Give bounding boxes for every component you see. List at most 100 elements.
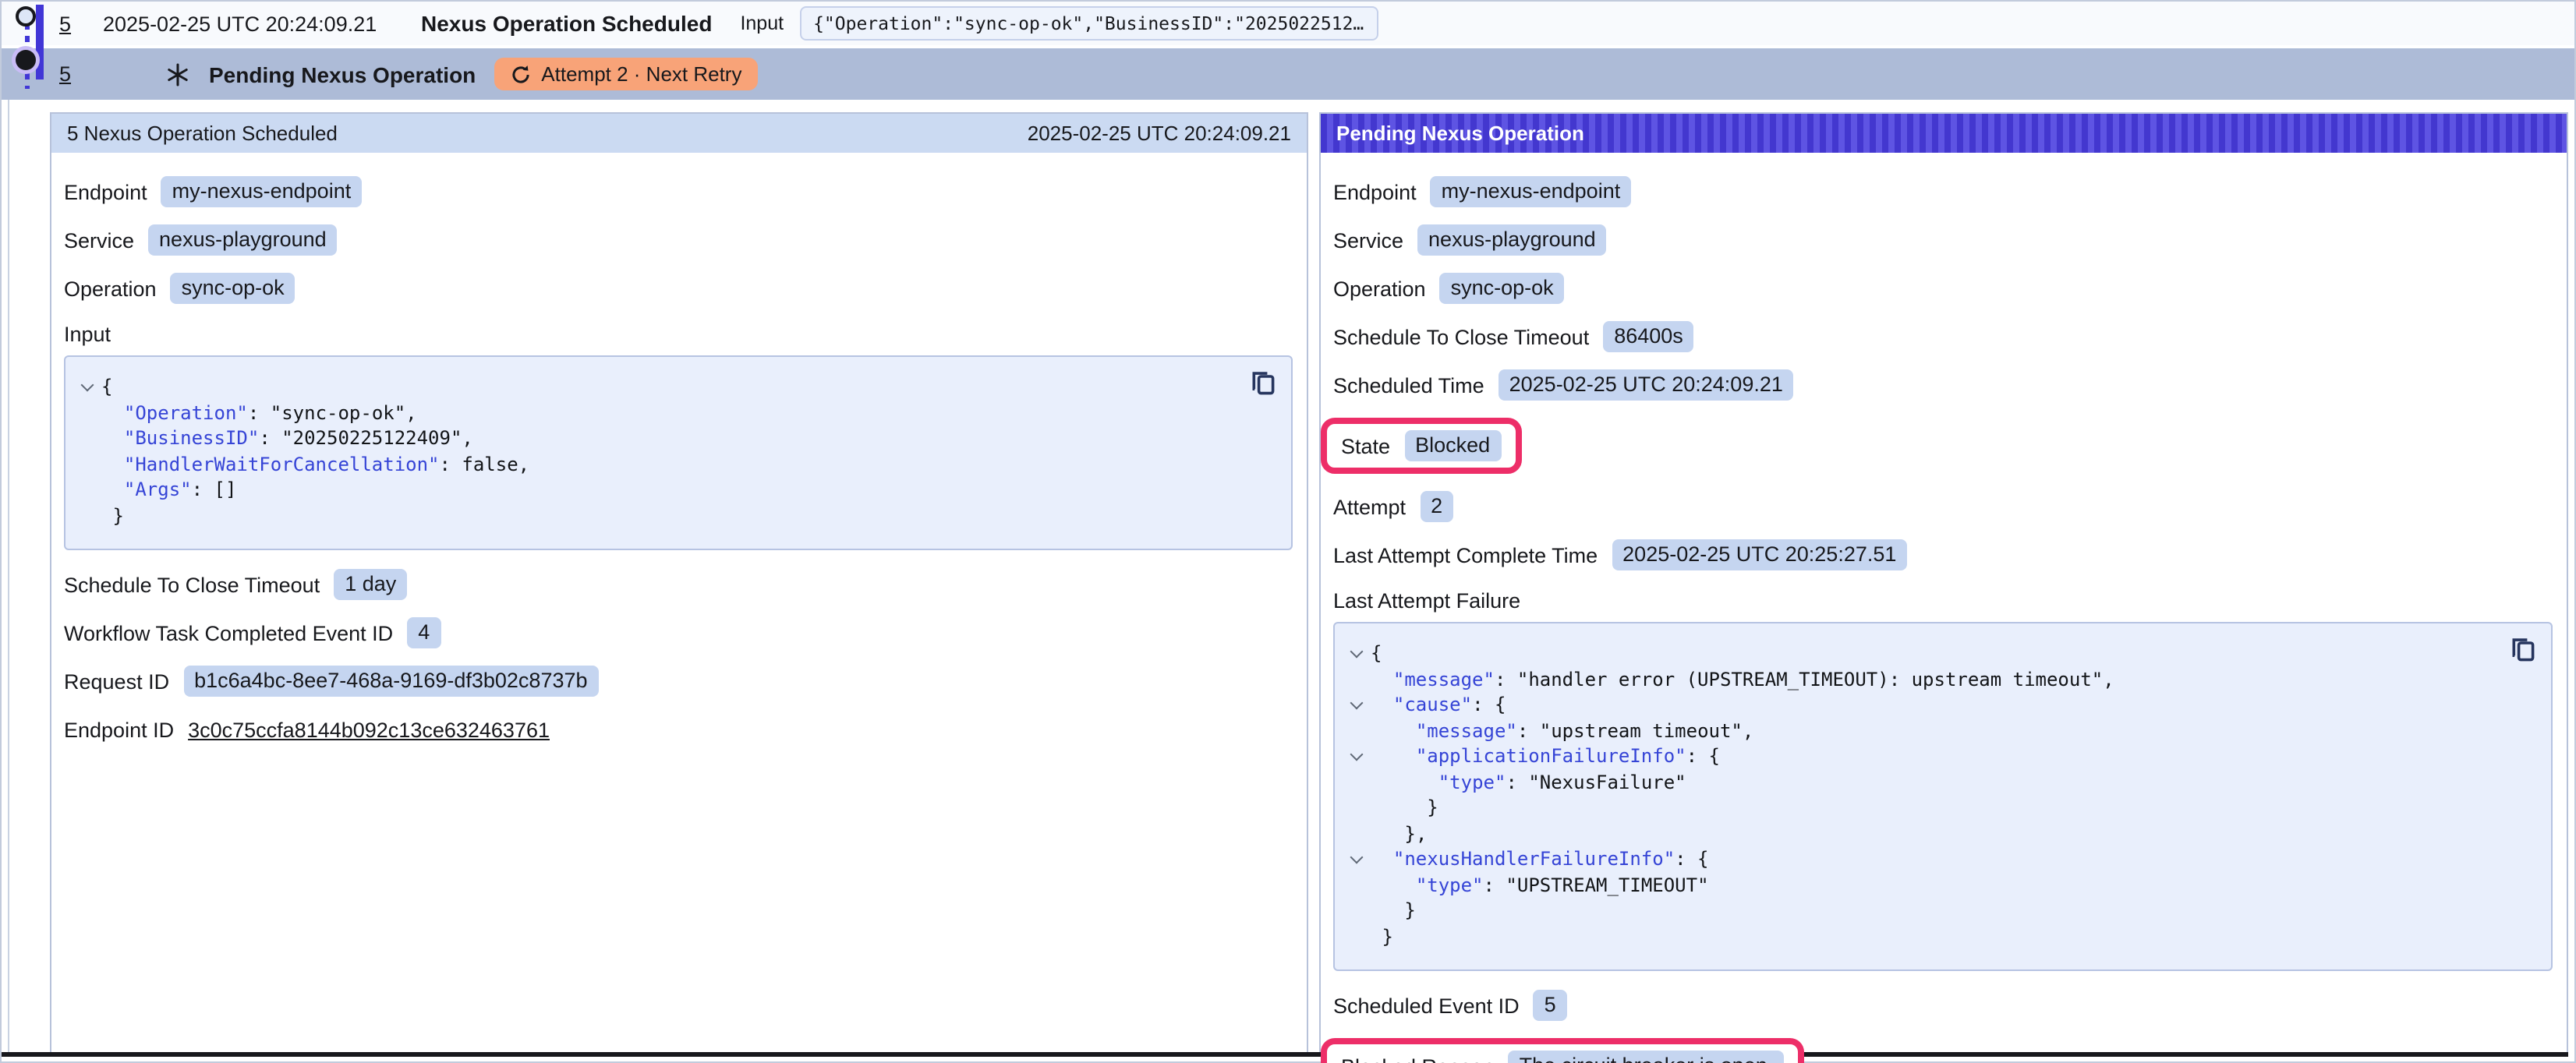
field-label: Operation (64, 277, 157, 300)
field-workflow-task-completed-event-id: Workflow Task Completed Event ID 4 (64, 617, 1293, 648)
screenshot-root: 5 2025-02-25 UTC 20:24:09.21 Nexus Opera… (0, 0, 2576, 1063)
json-indent (1371, 872, 1416, 898)
json-line: { (78, 374, 1238, 400)
field-value-badge: nexus-playground (148, 224, 338, 256)
endpoint-id-link[interactable]: 3c0c75ccfa8144b092c13ce632463761 (188, 718, 550, 741)
field-scheduled-event-id: Scheduled Event ID 5 (1333, 990, 2553, 1021)
event-row-scheduled[interactable]: 5 2025-02-25 UTC 20:24:09.21 Nexus Opera… (2, 2, 2574, 45)
field-scheduled-time: Scheduled Time 2025-02-25 UTC 20:24:09.2… (1333, 369, 2553, 401)
collapse-chevron-icon[interactable] (1347, 846, 1371, 872)
input-section-label: Input (64, 323, 1293, 346)
field-schedule-to-close-timeout: Schedule To Close Timeout 1 day (64, 569, 1293, 600)
detail-left-border (8, 100, 9, 1052)
field-label: Last Attempt Complete Time (1333, 543, 1598, 567)
json-value: : [] (192, 477, 237, 503)
json-key: "message" (1393, 666, 1495, 692)
workflow-history-page: 5 2025-02-25 UTC 20:24:09.21 Nexus Opera… (0, 0, 2576, 1063)
input-preview-chip[interactable]: {"Operation":"sync-op-ok","BusinessID":"… (799, 6, 1378, 41)
event-title: Nexus Operation Scheduled (421, 11, 712, 36)
json-line: "type" : "UPSTREAM_TIMEOUT" (1347, 872, 2498, 898)
timeline-filled-circle-icon[interactable] (16, 50, 36, 70)
json-value: } (1404, 898, 1415, 924)
field-label: Endpoint (1333, 180, 1417, 203)
collapse-chevron-icon[interactable] (1347, 692, 1371, 718)
event-id-link[interactable]: 5 (59, 12, 94, 35)
field-label: Operation (1333, 277, 1426, 300)
pending-event-title: Pending Nexus Operation (209, 62, 476, 87)
scheduled-panel-timestamp: 2025-02-25 UTC 20:24:09.21 (1028, 122, 1291, 145)
json-line: "message" : "upstream timeout", (1347, 718, 2498, 743)
field-value-badge: my-nexus-endpoint (1431, 176, 1632, 207)
json-value: { (101, 374, 112, 400)
retry-icon (510, 63, 532, 85)
field-label: Blocked Reason (1341, 1054, 1495, 1063)
state-row: State Blocked (1333, 418, 2553, 474)
field-label: State (1341, 434, 1390, 457)
json-value: } (1382, 924, 1392, 949)
json-key: "type" (1416, 872, 1484, 898)
json-value: : "upstream timeout", (1517, 718, 1753, 743)
copy-icon[interactable] (2509, 636, 2537, 664)
json-line: "type" : "NexusFailure" (1347, 769, 2498, 795)
field-service: Service nexus-playground (64, 224, 1293, 256)
field-endpoint: Endpoint my-nexus-endpoint (1333, 176, 2553, 207)
json-line: "BusinessID" : "20250225122409", (78, 426, 1238, 451)
field-endpoint-id: Endpoint ID 3c0c75ccfa8144b092c13ce63246… (64, 714, 1293, 745)
scheduled-panel-title: 5 Nexus Operation Scheduled (67, 122, 338, 145)
field-label: Attempt (1333, 495, 1406, 518)
field-label: Schedule To Close Timeout (64, 573, 320, 596)
json-line: } (1347, 898, 2498, 924)
attempt-retry-badge: Attempt 2 · Next Retry (494, 58, 757, 90)
field-value-badge: nexus-playground (1417, 224, 1607, 256)
field-service: Service nexus-playground (1333, 224, 2553, 256)
json-indent (101, 426, 124, 451)
event-id-link[interactable]: 5 (59, 62, 94, 86)
pending-panel-title: Pending Nexus Operation (1336, 122, 1584, 145)
json-key: "Args" (124, 477, 192, 503)
field-operation: Operation sync-op-ok (1333, 273, 2553, 304)
json-line: "applicationFailureInfo" : { (1347, 743, 2498, 769)
collapse-chevron-icon[interactable] (78, 374, 101, 400)
field-label: Schedule To Close Timeout (1333, 325, 1589, 348)
field-request-id: Request ID b1c6a4bc-8ee7-468a-9169-df3b0… (64, 666, 1293, 697)
json-indent (1371, 898, 1404, 924)
event-row-pending[interactable]: 5 Pending Nexus Operation Attempt 2 · Ne… (2, 48, 2574, 100)
field-label: Service (1333, 228, 1403, 252)
field-value-badge: 2 (1420, 491, 1453, 522)
field-value-badge: 5 (1534, 990, 1567, 1021)
last-attempt-failure-label: Last Attempt Failure (1333, 589, 2553, 613)
field-last-attempt-complete-time: Last Attempt Complete Time 2025-02-25 UT… (1333, 539, 2553, 570)
field-value-badge: my-nexus-endpoint (161, 176, 363, 207)
collapse-chevron-icon[interactable] (1347, 743, 1371, 769)
json-value: : { (1472, 692, 1506, 718)
field-value-badge: b1c6a4bc-8ee7-468a-9169-df3b02c8737b (183, 666, 598, 697)
field-value-badge: 1 day (334, 569, 407, 600)
copy-icon[interactable] (1249, 369, 1277, 397)
json-key: "BusinessID" (124, 426, 259, 451)
field-schedule-to-close-timeout: Schedule To Close Timeout 86400s (1333, 321, 2553, 352)
json-indent (1371, 666, 1393, 692)
collapse-chevron-icon[interactable] (1347, 641, 1371, 666)
json-indent (101, 400, 124, 426)
field-value-badge: sync-op-ok (1440, 273, 1565, 304)
timeline-active-bar (36, 5, 43, 79)
timeline-open-circle-icon[interactable] (16, 6, 36, 26)
json-value: : "handler error (UPSTREAM_TIMEOUT): ups… (1495, 666, 2114, 692)
json-line: }, (1347, 821, 2498, 846)
json-value: : { (1686, 743, 1720, 769)
json-key: "applicationFailureInfo" (1416, 743, 1686, 769)
field-value-badge: 86400s (1603, 321, 1694, 352)
json-line: "cause" : { (1347, 692, 2498, 718)
scheduled-panel-body: Endpoint my-nexus-endpoint Service nexus… (51, 153, 1307, 775)
field-value-badge: 4 (407, 617, 441, 648)
state-value-badge: Blocked (1404, 430, 1501, 461)
field-value-badge: 2025-02-25 UTC 20:24:09.21 (1499, 369, 1794, 401)
json-indent (1371, 718, 1416, 743)
json-value: { (1371, 641, 1382, 666)
field-value-badge: sync-op-ok (171, 273, 295, 304)
pending-panel-body: Endpoint my-nexus-endpoint Service nexus… (1321, 153, 2567, 1063)
scheduled-event-panel: 5 Nexus Operation Scheduled 2025-02-25 U… (50, 112, 1308, 1054)
pending-operation-panel: Pending Nexus Operation Endpoint my-nexu… (1319, 112, 2568, 1054)
field-label: Endpoint ID (64, 718, 174, 741)
blocked-reason-row: Blocked Reason The circuit breaker is op… (1333, 1038, 2553, 1063)
